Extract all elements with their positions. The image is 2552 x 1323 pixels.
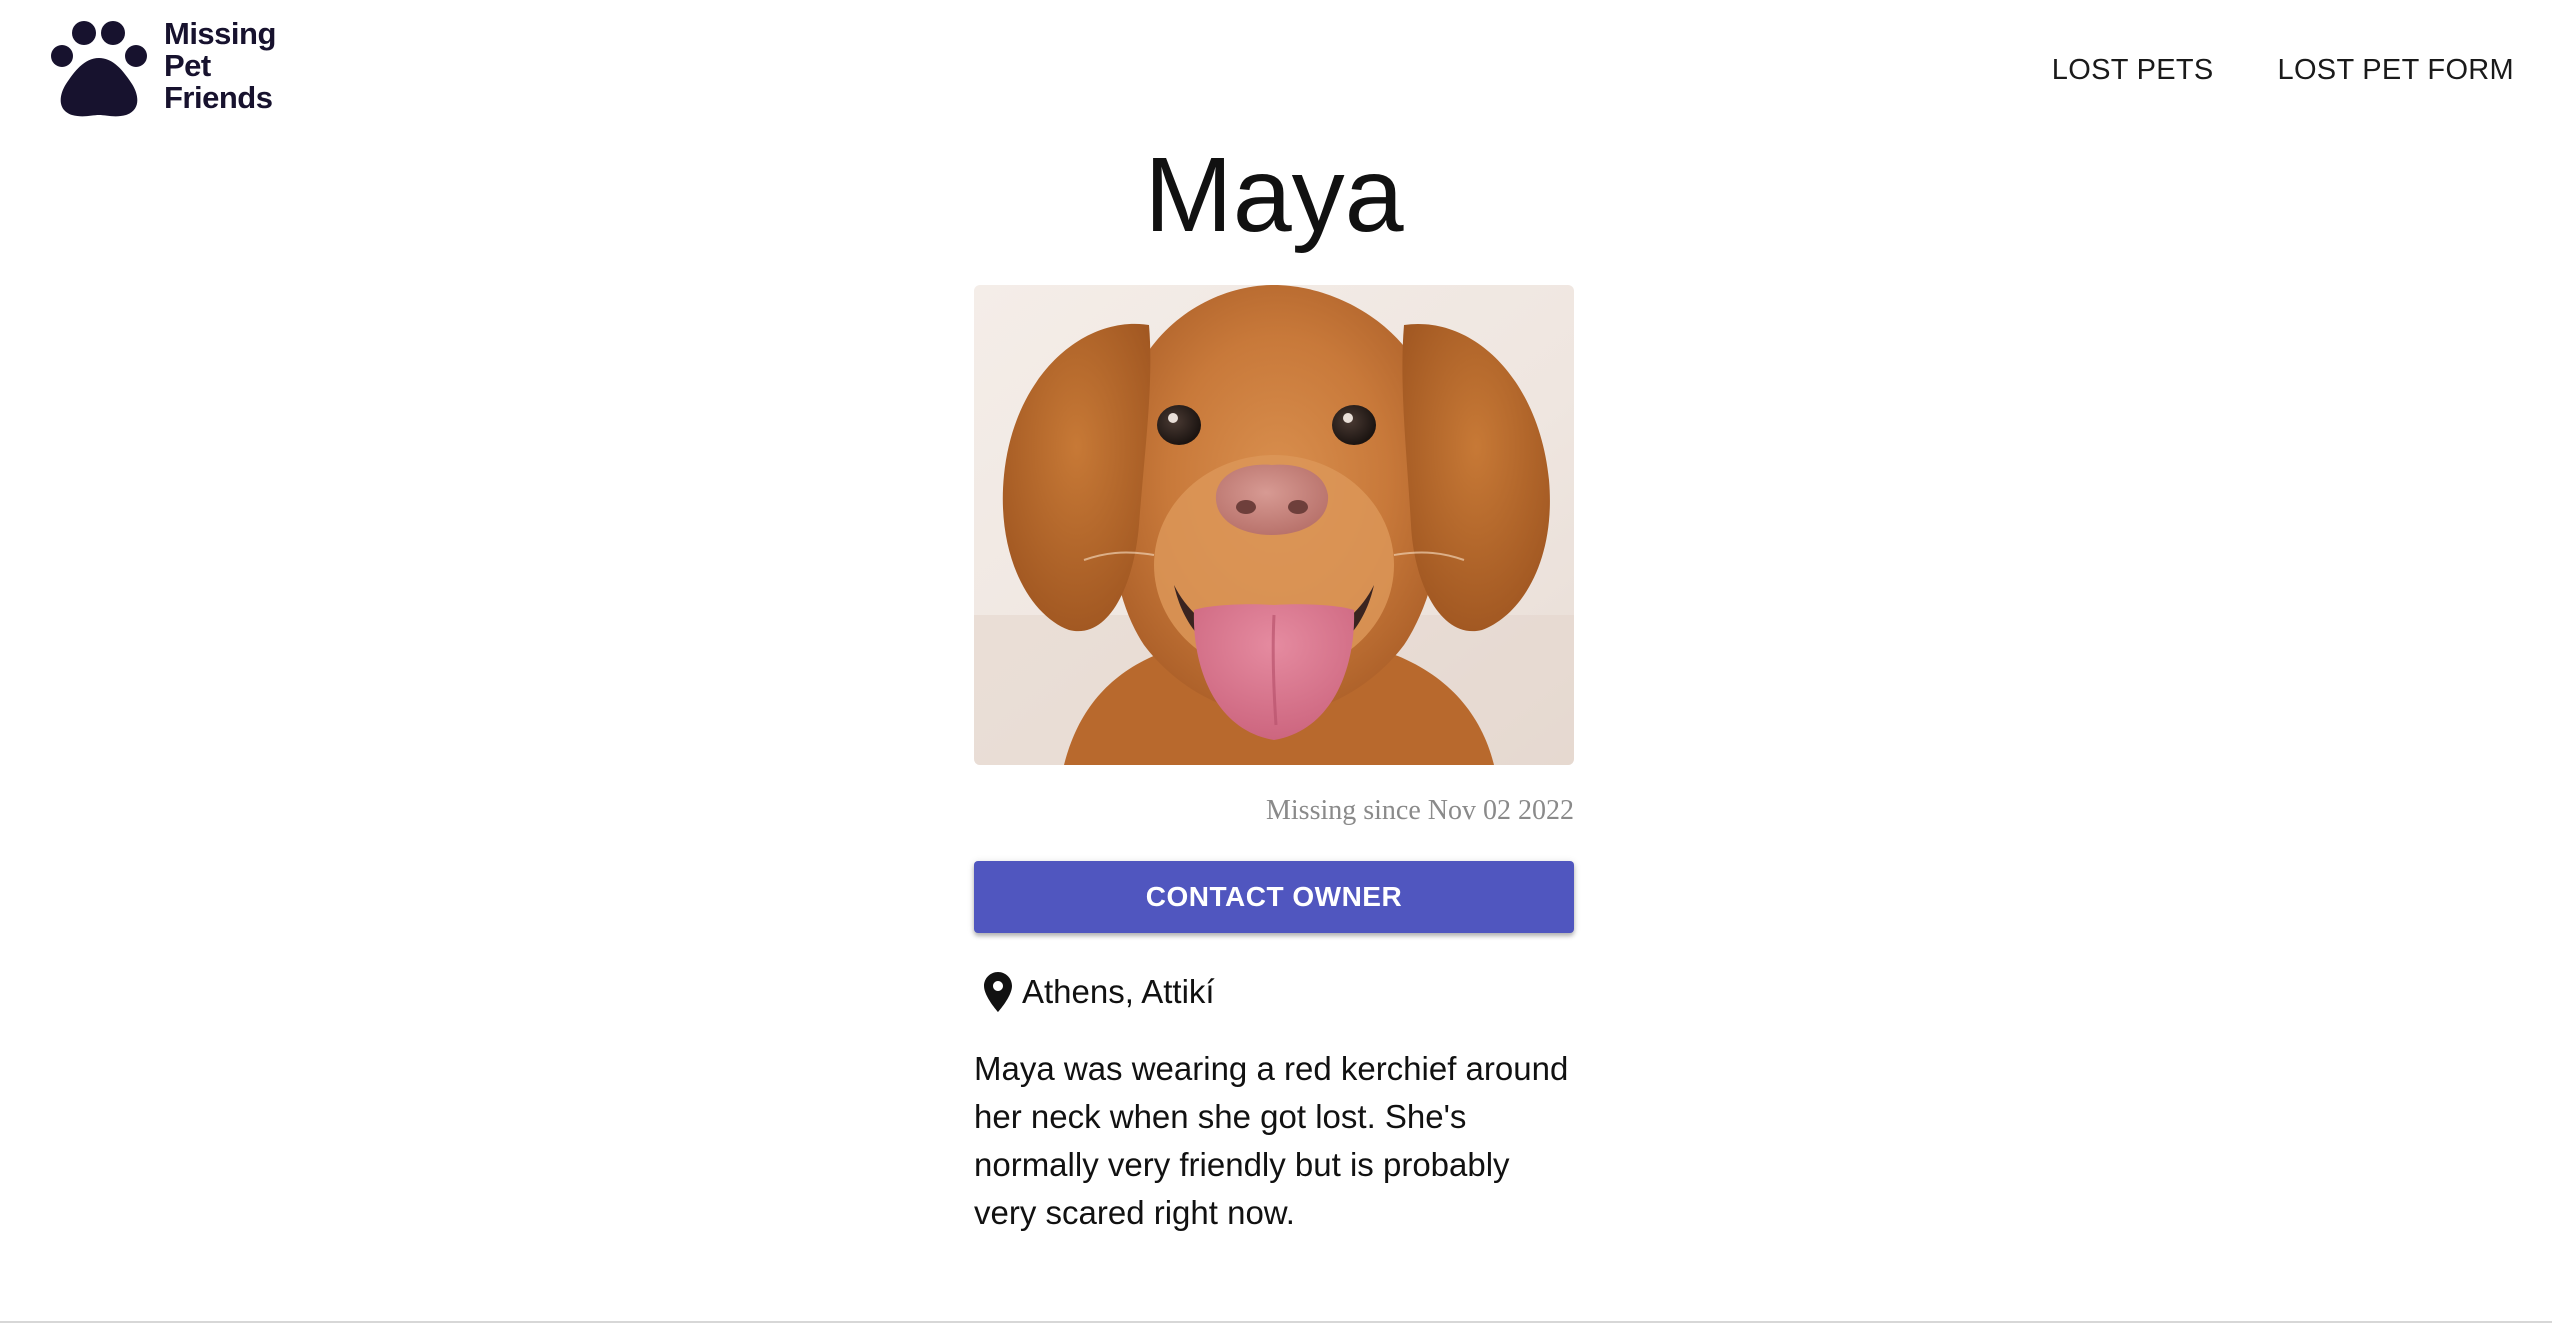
location-text: Athens, Attikí — [1022, 973, 1215, 1010]
site-header: Missing Pet Friends LOST PETS LOST PET F… — [0, 0, 2552, 135]
brand-line-1: Missing — [164, 16, 276, 51]
pet-photo — [974, 285, 1574, 765]
pet-name-title: Maya — [1144, 136, 1404, 254]
missing-since-date: Missing since Nov 02 2022 — [1266, 795, 1574, 826]
nav-lost-pets[interactable]: LOST PETS — [2020, 48, 2246, 92]
contact-owner-button[interactable]: CONTACT OWNER — [974, 861, 1574, 933]
nav-lost-pet-form[interactable]: LOST PET FORM — [2246, 48, 2514, 92]
map-pin-icon — [984, 972, 1012, 1012]
brand-line-3: Friends — [164, 80, 273, 115]
brand-name: Missing Pet Friends — [164, 18, 276, 114]
pet-description: Maya was wearing a red kerchief around h… — [974, 1050, 1569, 1231]
brand-logo-link[interactable]: Missing Pet Friends — [50, 18, 276, 120]
paw-icon — [51, 21, 147, 117]
main-nav: LOST PETS LOST PET FORM — [2020, 48, 2514, 92]
pet-location: Athens, Attikí — [974, 967, 1215, 1017]
brand-line-2: Pet — [164, 48, 211, 83]
